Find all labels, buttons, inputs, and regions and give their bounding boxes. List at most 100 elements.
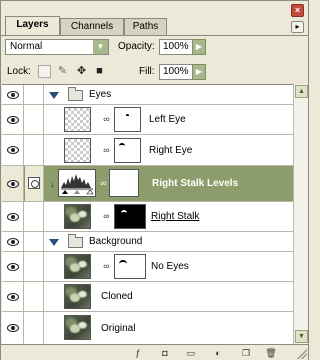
expand-triangle-icon[interactable]: [49, 239, 59, 246]
layer-right-stalk[interactable]: ∞ Right Stalk: [2, 202, 293, 232]
eye-icon[interactable]: [7, 146, 19, 154]
link-cell[interactable]: [25, 312, 44, 344]
close-icon[interactable]: ×: [291, 4, 304, 17]
blend-mode-select[interactable]: Normal ▼: [5, 39, 109, 55]
adjustment-layer-icon[interactable]: ◐: [211, 347, 225, 359]
levels-adjustment-icon[interactable]: [58, 169, 96, 197]
layer-name: Original: [101, 323, 136, 334]
layers-scrollbar[interactable]: ▲ ▼: [293, 84, 308, 344]
layer-thumbnail: [64, 107, 91, 132]
layer-thumbnail: [64, 315, 91, 340]
layer-group-eyes[interactable]: Eyes: [2, 85, 293, 105]
tab-channels[interactable]: Channels: [60, 18, 124, 35]
mask-mark: [119, 260, 127, 264]
tab-bar: Layers Channels Paths × ▸: [1, 1, 308, 36]
opacity-input[interactable]: 100%: [159, 39, 193, 55]
histogram-icon: [61, 174, 94, 195]
mask-mark: [126, 114, 129, 118]
layers-panel: Layers Channels Paths × ▸ Normal ▼ Opaci…: [0, 0, 309, 360]
fill-label: Fill:: [139, 66, 155, 77]
layer-no-eyes[interactable]: ∞ No Eyes: [2, 252, 293, 282]
lock-move-icon[interactable]: ✥: [75, 65, 88, 78]
mask-thumbnail[interactable]: [114, 138, 141, 163]
layer-name: Left Eye: [149, 114, 186, 125]
tab-layers[interactable]: Layers: [5, 16, 60, 36]
eye-icon[interactable]: [7, 293, 19, 301]
layer-name: No Eyes: [151, 261, 189, 272]
lock-label: Lock:: [7, 66, 31, 77]
layer-name: Right Stalk Levels: [152, 178, 239, 189]
link-cell[interactable]: [25, 105, 44, 134]
tab-paths[interactable]: Paths: [124, 18, 167, 35]
layer-left-eye[interactable]: ∞ Left Eye: [2, 105, 293, 135]
visibility-cell: [2, 85, 24, 104]
link-cell[interactable]: [25, 202, 44, 231]
layer-name: Cloned: [101, 291, 133, 302]
fill-input[interactable]: 100%: [159, 64, 193, 80]
lock-transparency-icon[interactable]: [38, 65, 51, 78]
folder-icon: [68, 87, 83, 101]
layer-thumbnail: [64, 138, 91, 163]
visibility-cell: [2, 105, 24, 134]
layers-list: Eyes ∞ Left Eye ∞ Right Eye ↓ ∞ Right St…: [2, 84, 293, 344]
expand-triangle-icon[interactable]: [49, 92, 59, 99]
layer-original[interactable]: Original: [2, 312, 293, 344]
layer-thumbnail: [64, 284, 91, 309]
link-cell[interactable]: [25, 232, 44, 251]
layer-name: Background: [89, 236, 143, 247]
add-mask-icon[interactable]: ◘: [158, 347, 172, 359]
visibility-cell: [2, 202, 24, 231]
link-cell[interactable]: [25, 282, 44, 311]
layer-right-eye[interactable]: ∞ Right Eye: [2, 135, 293, 166]
chain-link-icon[interactable]: ∞: [103, 211, 110, 222]
opacity-label: Opacity:: [118, 41, 155, 52]
layer-name: Right Eye: [149, 145, 193, 156]
chevron-down-icon: ▼: [93, 40, 108, 54]
mask-mark: [121, 210, 127, 214]
visibility-cell: [2, 282, 24, 311]
lock-all-icon[interactable]: ■: [93, 65, 106, 78]
new-group-icon[interactable]: ▭: [184, 347, 198, 359]
layer-style-icon[interactable]: ƒ: [131, 347, 145, 359]
visibility-cell: [2, 135, 24, 165]
scroll-down-icon[interactable]: ▼: [295, 330, 308, 343]
lock-brush-icon[interactable]: ✎: [56, 65, 69, 78]
link-cell[interactable]: [25, 85, 44, 104]
eye-icon[interactable]: [7, 324, 19, 332]
tab-divider: [1, 35, 308, 36]
eye-icon[interactable]: [7, 263, 19, 271]
eye-icon[interactable]: [7, 116, 19, 124]
layer-cloned[interactable]: Cloned: [2, 282, 293, 312]
new-layer-icon[interactable]: ❐: [239, 347, 253, 359]
link-cell[interactable]: [25, 135, 44, 165]
layer-group-background[interactable]: Background: [2, 232, 293, 252]
mask-thumbnail[interactable]: [114, 204, 146, 229]
chain-link-icon[interactable]: ∞: [103, 145, 110, 156]
layers-toolbar: ƒ ◘ ▭ ◐ ❐ 🗑: [1, 344, 308, 360]
chain-link-icon[interactable]: ∞: [103, 114, 110, 125]
chain-link-icon[interactable]: ∞: [103, 261, 110, 272]
link-cell[interactable]: [25, 252, 44, 281]
visibility-cell: [2, 166, 24, 201]
opacity-slider-button[interactable]: ▶: [192, 39, 206, 55]
chain-link-icon[interactable]: ∞: [100, 178, 107, 189]
mask-thumbnail[interactable]: [114, 254, 146, 279]
eye-icon[interactable]: [7, 213, 19, 221]
fill-slider-button[interactable]: ▶: [192, 64, 206, 80]
eye-icon[interactable]: [7, 180, 19, 188]
blend-mode-value: Normal: [10, 41, 43, 52]
scroll-up-icon[interactable]: ▲: [295, 85, 308, 98]
layer-thumbnail: [64, 204, 91, 229]
link-cell[interactable]: [25, 166, 44, 201]
mask-thumbnail[interactable]: [109, 169, 139, 197]
eye-icon[interactable]: [7, 238, 19, 246]
layer-mask-indicator-icon[interactable]: [28, 177, 40, 189]
trash-icon[interactable]: 🗑: [264, 347, 278, 359]
resize-grip-icon[interactable]: [297, 349, 307, 359]
eye-icon[interactable]: [7, 91, 19, 99]
folder-icon: [68, 234, 83, 248]
layer-name: Right Stalk: [151, 211, 200, 222]
mask-thumbnail[interactable]: [114, 107, 141, 132]
layer-right-stalk-levels[interactable]: ↓ ∞ Right Stalk Levels: [2, 166, 293, 202]
panel-menu-icon[interactable]: ▸: [291, 21, 304, 33]
